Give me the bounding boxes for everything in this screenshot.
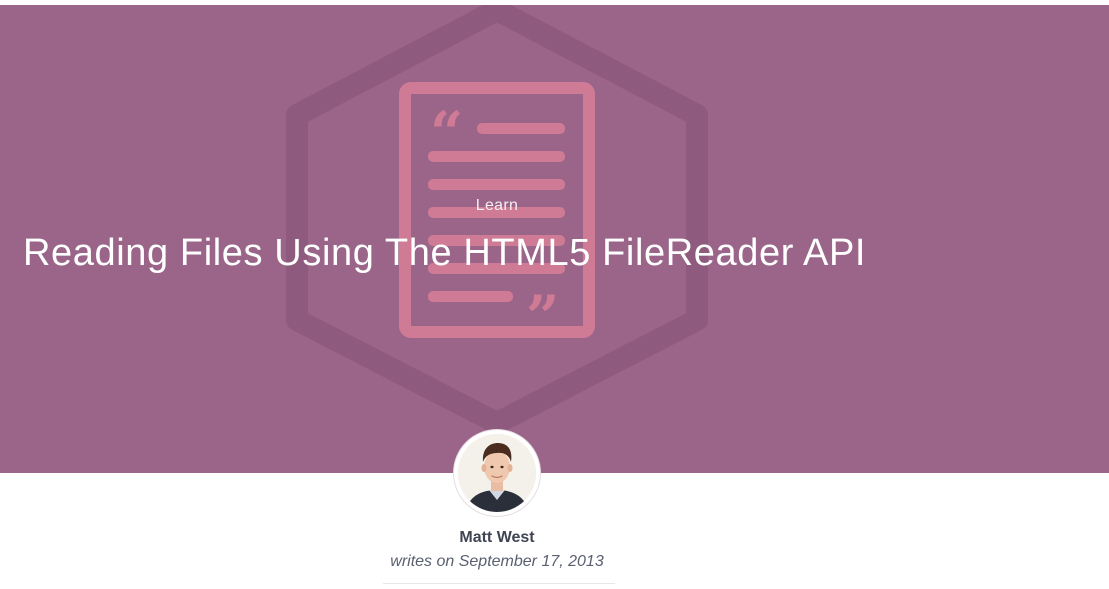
author-portrait-image [458,434,536,512]
svg-text:”: ” [526,283,559,351]
post-category-link[interactable]: Learn [0,197,994,215]
byline-divider [383,583,615,584]
post-hero-banner: “ ” Learn Reading Files Using The HTML5 … [0,5,1109,473]
post-byline: writes on September 17, 2013 [390,553,604,570]
author-avatar-frame[interactable] [454,430,540,516]
author-name-link[interactable]: Matt West [0,529,994,547]
post-title: Reading Files Using The HTML5 FileReader… [23,232,867,274]
blog-post-page: “ ” Learn Reading Files Using The HTML5 … [0,0,1109,589]
author-avatar[interactable] [458,434,536,512]
